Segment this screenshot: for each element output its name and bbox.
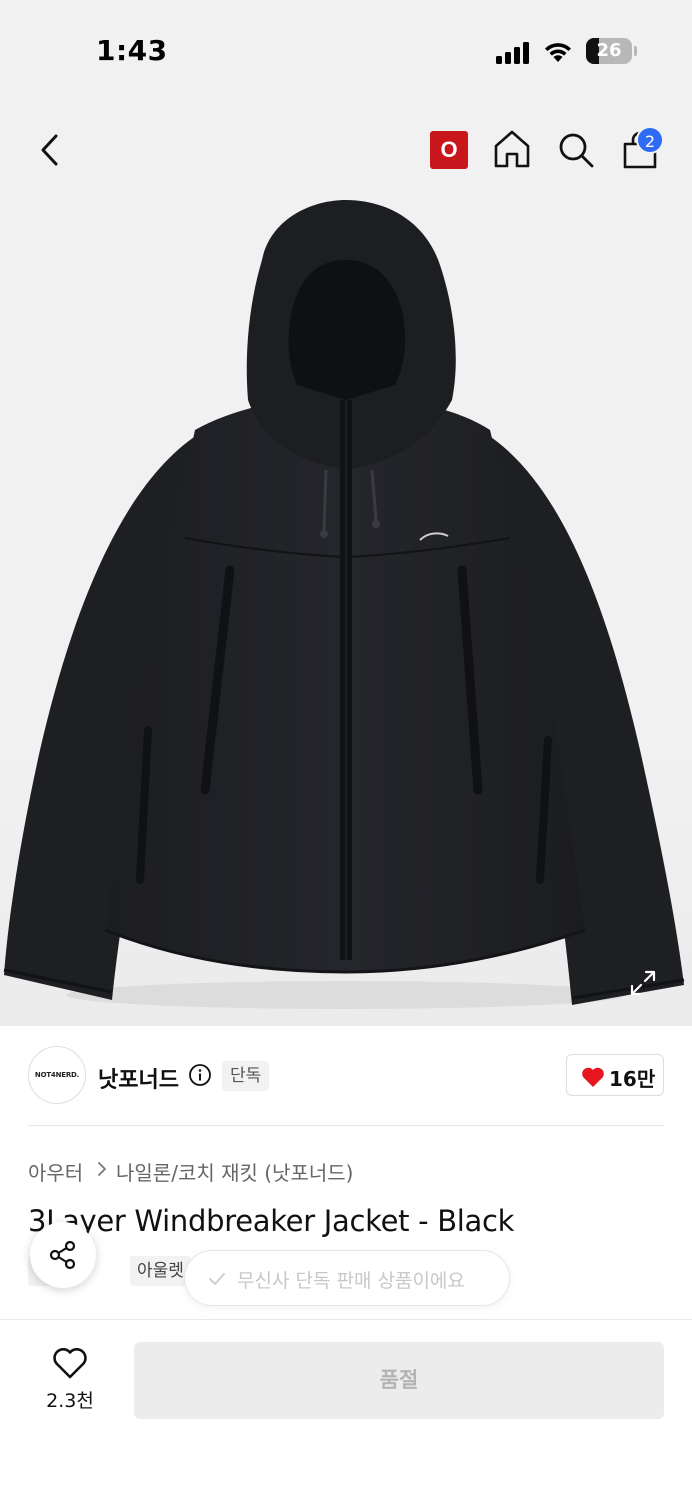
cart-count-badge: 2 — [636, 126, 664, 154]
signal-icon — [496, 40, 532, 64]
share-icon — [49, 1240, 76, 1270]
wish-count: 2.3천 — [46, 1390, 94, 1412]
share-button[interactable] — [30, 1222, 96, 1288]
search-icon[interactable] — [556, 130, 596, 170]
brand-o-icon[interactable]: O — [430, 131, 468, 169]
status-time: 1:43 — [96, 34, 168, 67]
info-icon[interactable] — [188, 1063, 212, 1087]
brand-like-count: 16만 — [609, 1067, 656, 1091]
toast-text: 무신사 단독 판매 상품이에요 — [237, 1270, 465, 1292]
wifi-icon — [545, 43, 571, 62]
battery-level: 26 — [596, 40, 622, 61]
chevron-right-icon — [98, 1162, 106, 1176]
heart-outline-icon[interactable] — [52, 1346, 88, 1380]
jacket-image — [3, 200, 685, 1009]
status-bar: 1:43 26 — [0, 0, 692, 100]
brand-logo[interactable]: NOT4NERD. — [28, 1046, 86, 1104]
exclusive-tag: 단독 — [222, 1061, 270, 1091]
product-image[interactable] — [0, 100, 692, 1026]
product-title: 3Layer Windbreaker Jacket - Black — [28, 1204, 515, 1238]
battery-nub — [634, 46, 637, 56]
battery-icon: 26 — [586, 38, 632, 64]
heart-filled-icon — [582, 1067, 604, 1087]
brand-like-button[interactable]: 16만 — [566, 1054, 664, 1096]
back-arrow-icon[interactable] — [34, 130, 70, 170]
soldout-button[interactable]: 품절 — [134, 1342, 664, 1419]
tag-outlet: 아울렛 — [130, 1256, 191, 1286]
breadcrumb-item-category[interactable]: 나일론/코치 재킷 (낫포너드) — [116, 1157, 353, 1186]
breadcrumb-item-outer[interactable]: 아우터 — [28, 1157, 83, 1186]
brand-name[interactable]: 낫포너드 — [98, 1062, 179, 1094]
expand-arrows-icon[interactable] — [626, 966, 660, 1000]
check-icon — [209, 1273, 225, 1285]
brand-logo-text: NOT4NERD. — [34, 1071, 80, 1079]
home-icon[interactable] — [492, 128, 532, 170]
divider — [28, 1125, 664, 1126]
exclusive-toast: 무신사 단독 판매 상품이에요 — [184, 1250, 510, 1306]
